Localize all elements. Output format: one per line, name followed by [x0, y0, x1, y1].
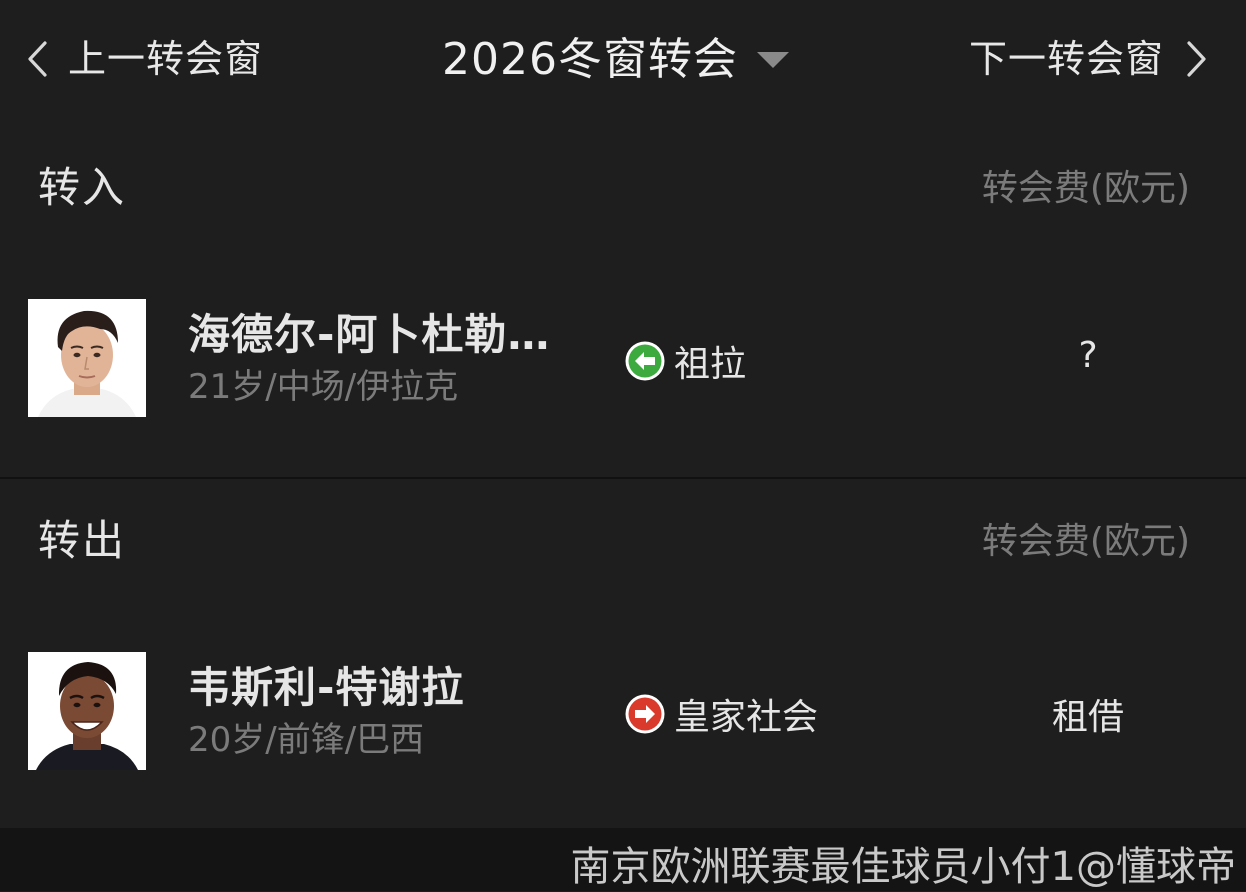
fee-column-header: 转会费(欧元) — [981, 520, 1190, 562]
watermark-text: 南京欧洲联赛最佳球员小付1@懂球帝 — [570, 844, 1236, 890]
player-info: 21岁/中场/伊拉克 — [188, 367, 459, 407]
watermark-bar: 南京欧洲联赛最佳球员小付1@懂球帝 — [0, 828, 1246, 891]
next-window-button[interactable]: 下一转会窗 — [969, 34, 1208, 84]
player-row[interactable]: 海德尔-阿卜杜勒… 21岁/中场/伊拉克 祖拉 ? — [28, 299, 1218, 417]
club-name: 祖拉 — [674, 344, 747, 385]
club-name: 皇家社会 — [674, 697, 819, 738]
transfers-out-title: 转出 — [38, 516, 127, 565]
chevron-left-icon — [28, 41, 47, 77]
transfers-out-header: 转出 转会费(欧元) — [38, 507, 1190, 568]
club[interactable]: 祖拉 — [624, 335, 746, 387]
next-window-label: 下一转会窗 — [968, 37, 1164, 81]
transfers-in-header: 转入 转会费(欧元) — [38, 154, 1190, 215]
player-avatar — [28, 652, 146, 770]
prev-window-label: 上一转会窗 — [68, 37, 264, 81]
caret-down-icon — [756, 52, 789, 68]
player-name: 韦斯利-特谢拉 — [188, 663, 465, 712]
section-divider — [0, 477, 1246, 479]
transfers-in-title: 转入 — [38, 163, 127, 212]
club[interactable]: 皇家社会 — [624, 688, 818, 740]
player-info: 20岁/前锋/巴西 — [188, 720, 425, 760]
player-avatar — [28, 299, 146, 417]
window-select-dropdown[interactable]: 2026冬窗转会 — [442, 32, 790, 88]
window-title: 2026冬窗转会 — [442, 34, 738, 85]
chevron-right-icon — [1187, 41, 1206, 77]
player-name: 海德尔-阿卜杜勒… — [188, 310, 551, 359]
prev-window-button[interactable]: 上一转会窗 — [26, 34, 263, 84]
transfer-fee: 租借 — [1051, 697, 1124, 738]
player-row[interactable]: 韦斯利-特谢拉 20岁/前锋/巴西 皇家社会 租借 — [28, 652, 1218, 770]
arrow-left-icon — [625, 341, 665, 381]
arrow-right-icon — [625, 694, 665, 734]
fee-column-header: 转会费(欧元) — [981, 167, 1190, 209]
transfer-fee: ? — [1078, 335, 1098, 376]
transfer-window-header: 上一转会窗 2026冬窗转会 下一转会窗 — [0, 0, 1246, 120]
